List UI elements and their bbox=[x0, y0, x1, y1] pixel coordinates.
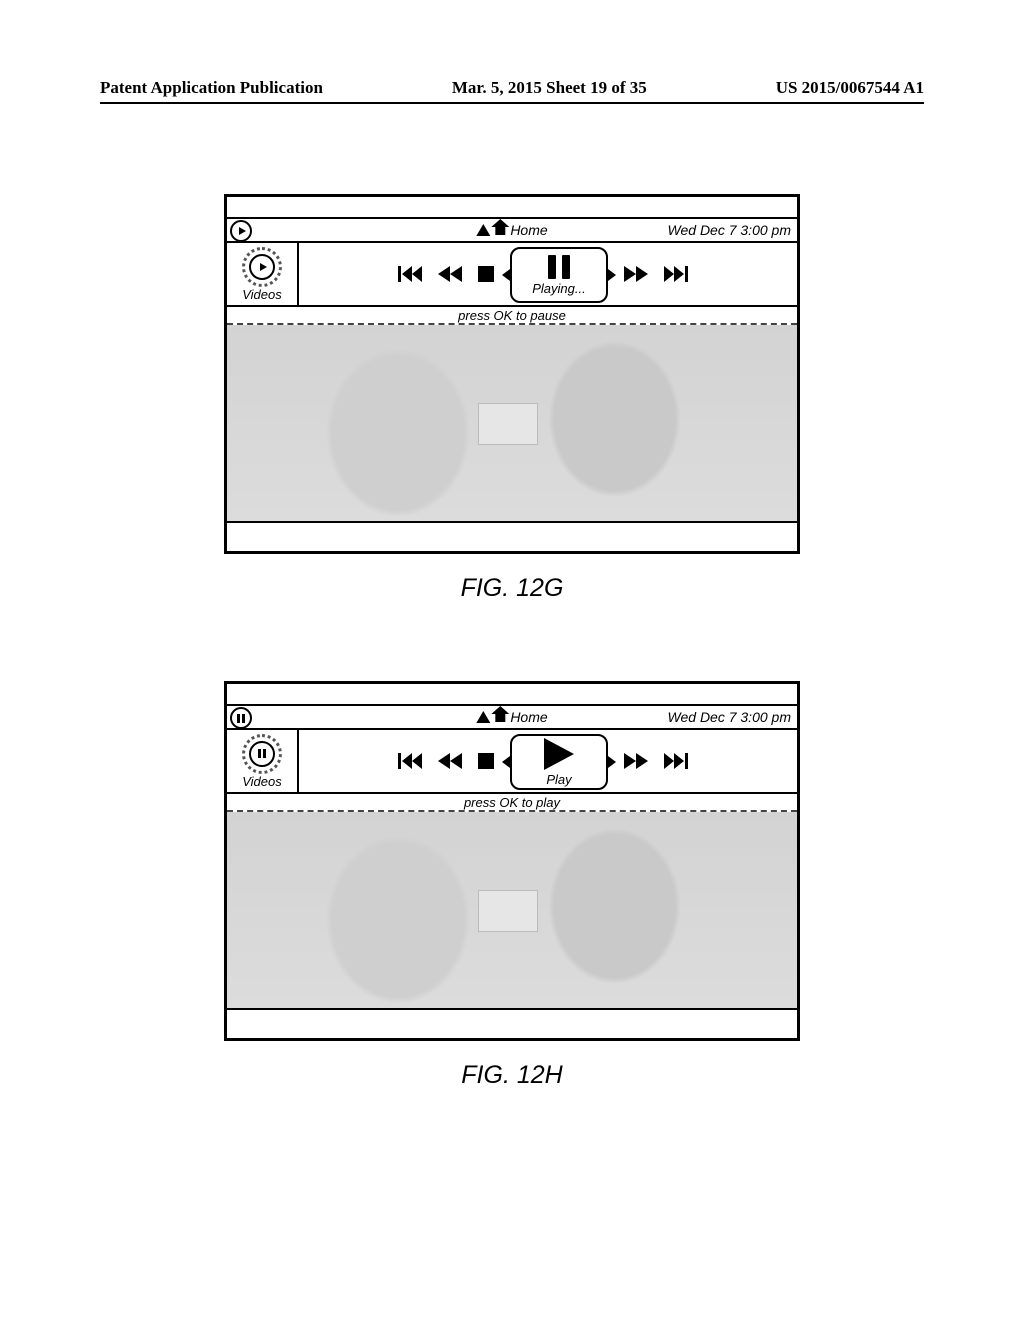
figure-caption: FIG. 12H bbox=[224, 1061, 800, 1090]
home-breadcrumb[interactable]: Home bbox=[476, 222, 547, 238]
home-icon bbox=[493, 711, 507, 723]
transport-toolbar: Videos bbox=[227, 730, 797, 794]
video-preview bbox=[227, 325, 797, 521]
transport-toolbar: Videos bbox=[227, 243, 797, 307]
tv-frame: Home Wed Dec 7 3:00 pm Videos bbox=[224, 681, 800, 1041]
transport-controls: Playing... bbox=[299, 243, 797, 305]
sidebar-videos-button[interactable]: Videos bbox=[227, 243, 299, 305]
hint-text: press OK to play bbox=[227, 794, 797, 812]
bottom-bezel bbox=[227, 521, 797, 551]
play-pause-button[interactable]: Playing... bbox=[510, 247, 608, 303]
playback-status-icon bbox=[230, 707, 252, 729]
figure-12h: Home Wed Dec 7 3:00 pm Videos bbox=[224, 681, 800, 1090]
video-preview bbox=[227, 812, 797, 1008]
skip-next-button[interactable] bbox=[664, 752, 688, 770]
home-label: Home bbox=[510, 222, 547, 238]
pause-icon bbox=[548, 255, 570, 279]
skip-next-button[interactable] bbox=[664, 265, 688, 283]
datetime-label: Wed Dec 7 3:00 pm bbox=[668, 709, 791, 725]
rewind-button[interactable] bbox=[438, 266, 462, 282]
play-icon bbox=[260, 263, 267, 271]
bottom-bezel bbox=[227, 1008, 797, 1038]
home-icon bbox=[493, 224, 507, 236]
nudge-left-icon bbox=[502, 269, 510, 281]
status-bar: Home Wed Dec 7 3:00 pm bbox=[227, 219, 797, 243]
status-bar: Home Wed Dec 7 3:00 pm bbox=[227, 706, 797, 730]
stop-button[interactable] bbox=[478, 266, 494, 282]
home-breadcrumb[interactable]: Home bbox=[476, 709, 547, 725]
nudge-right-icon bbox=[608, 756, 616, 768]
play-pause-button[interactable]: Play bbox=[510, 734, 608, 790]
tv-frame: Home Wed Dec 7 3:00 pm Videos bbox=[224, 194, 800, 554]
up-arrow-icon bbox=[476, 224, 490, 236]
center-button-label: Play bbox=[546, 772, 571, 787]
center-button-label: Playing... bbox=[532, 281, 585, 296]
nudge-left-icon bbox=[502, 756, 510, 768]
videos-app-icon bbox=[242, 247, 282, 287]
transport-controls: Play bbox=[299, 730, 797, 792]
figure-caption: FIG. 12G bbox=[224, 574, 800, 603]
top-bezel bbox=[227, 684, 797, 706]
skip-previous-button[interactable] bbox=[398, 265, 422, 283]
header-center: Mar. 5, 2015 Sheet 19 of 35 bbox=[452, 78, 647, 98]
page-header: Patent Application Publication Mar. 5, 2… bbox=[100, 78, 924, 104]
header-left: Patent Application Publication bbox=[100, 78, 323, 98]
fast-forward-button[interactable] bbox=[624, 753, 648, 769]
pause-icon bbox=[237, 714, 245, 723]
home-label: Home bbox=[510, 709, 547, 725]
figure-12g: Home Wed Dec 7 3:00 pm Videos bbox=[224, 194, 800, 603]
datetime-label: Wed Dec 7 3:00 pm bbox=[668, 222, 791, 238]
figures-container: Home Wed Dec 7 3:00 pm Videos bbox=[100, 194, 924, 1090]
header-right: US 2015/0067544 A1 bbox=[776, 78, 924, 98]
sidebar-videos-button[interactable]: Videos bbox=[227, 730, 299, 792]
sidebar-label: Videos bbox=[242, 774, 282, 789]
fast-forward-button[interactable] bbox=[624, 266, 648, 282]
patent-page: Patent Application Publication Mar. 5, 2… bbox=[0, 0, 1024, 1320]
hint-text: press OK to pause bbox=[227, 307, 797, 325]
play-icon bbox=[544, 738, 574, 770]
playback-status-icon bbox=[230, 220, 252, 242]
stop-button[interactable] bbox=[478, 753, 494, 769]
top-bezel bbox=[227, 197, 797, 219]
rewind-button[interactable] bbox=[438, 753, 462, 769]
videos-app-icon bbox=[242, 734, 282, 774]
sidebar-label: Videos bbox=[242, 287, 282, 302]
skip-previous-button[interactable] bbox=[398, 752, 422, 770]
nudge-right-icon bbox=[608, 269, 616, 281]
pause-icon bbox=[258, 749, 266, 758]
play-icon bbox=[239, 227, 246, 235]
up-arrow-icon bbox=[476, 711, 490, 723]
